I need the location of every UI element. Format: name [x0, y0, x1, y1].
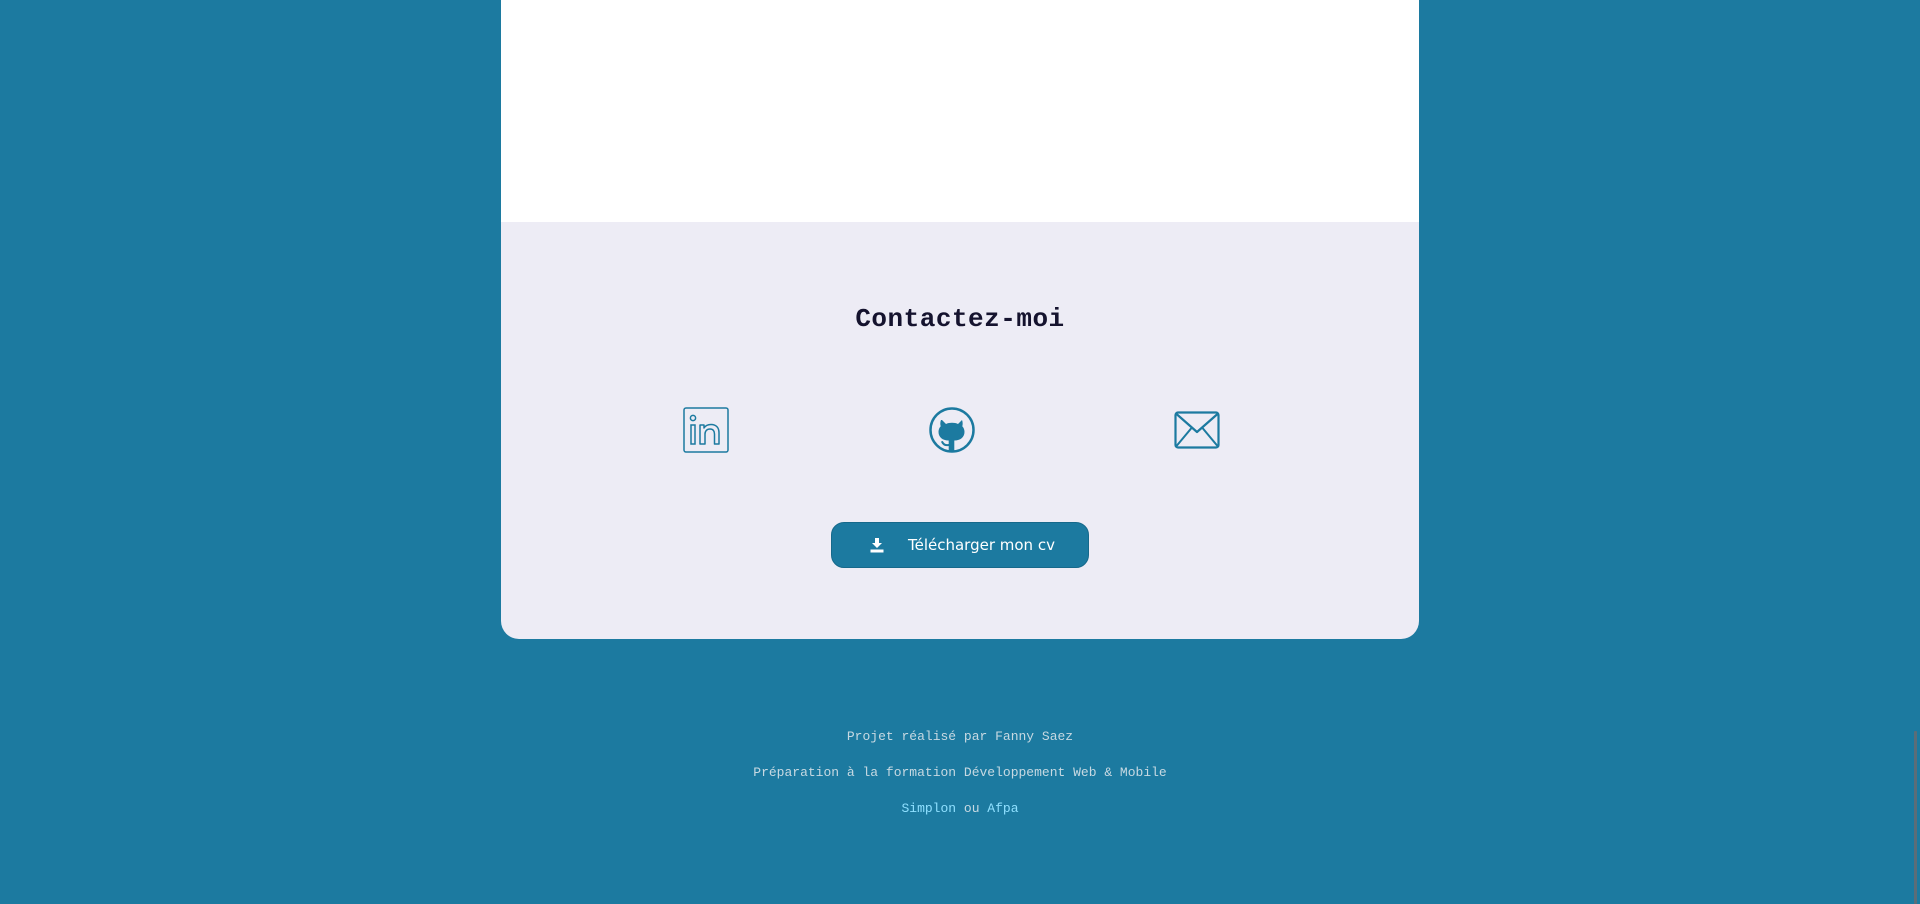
linkedin-icon — [683, 407, 729, 453]
simplon-link[interactable]: Simplon — [901, 801, 956, 816]
footer-credit: Projet réalisé par Fanny Saez — [846, 729, 1074, 744]
envelope-icon — [1174, 411, 1220, 449]
email-link[interactable] — [1174, 407, 1220, 453]
scrollbar-thumb[interactable] — [1914, 731, 1917, 904]
github-link[interactable] — [929, 407, 975, 453]
linkedin-link[interactable] — [683, 407, 729, 453]
contact-card: Contactez-moi Télécharger mon cv — [501, 0, 1419, 639]
download-cv-label: Télécharger mon cv — [908, 536, 1055, 554]
previous-section-area — [501, 0, 1419, 222]
footer-links: Simplon ou Afpa — [0, 801, 1920, 816]
contact-title: Contactez-moi — [855, 304, 1065, 334]
page: Contactez-moi Télécharger mon cv Projet … — [0, 0, 1920, 904]
download-icon — [870, 538, 884, 553]
github-icon — [929, 407, 975, 453]
afpa-link[interactable]: Afpa — [987, 801, 1018, 816]
footer-training: Préparation à la formation Développement… — [753, 765, 1167, 780]
download-cv-button[interactable]: Télécharger mon cv — [831, 522, 1089, 568]
footer-separator: ou — [963, 801, 988, 816]
